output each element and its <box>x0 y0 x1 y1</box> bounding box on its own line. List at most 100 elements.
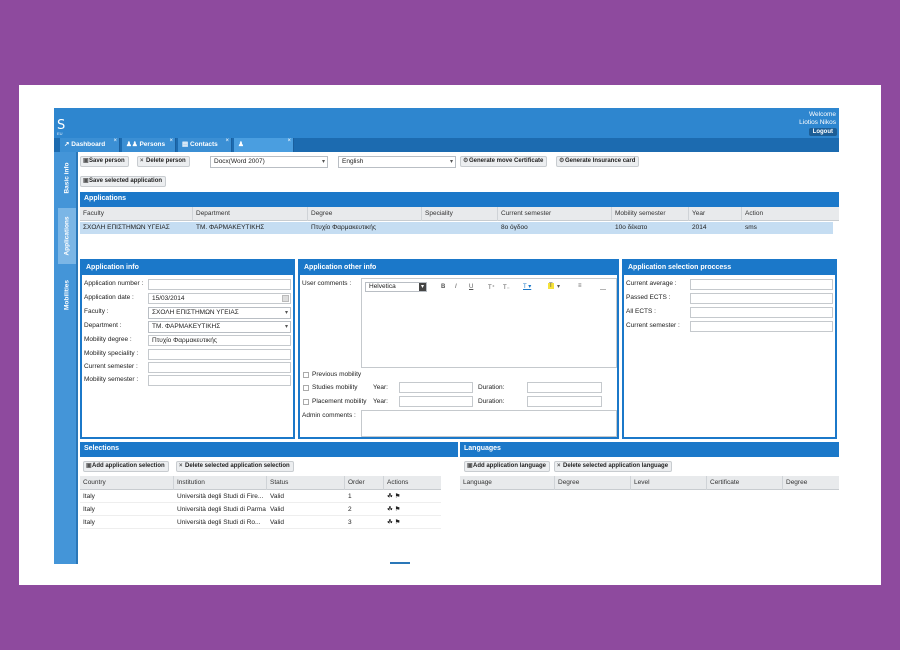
tab-dashboard-label: Dashboard <box>71 141 106 148</box>
language-select[interactable]: English ▾ <box>338 156 456 168</box>
application-date-field[interactable]: 15/03/2014 <box>148 293 291 304</box>
table-row[interactable]: ΣΧΟΛΗ ΕΠΙΣΤΗΜΩΝ ΥΓΕΙΑΣ ΤΜ. ΦΑΡΜΑΚΕΥΤΙΚΗΣ… <box>80 222 833 234</box>
current-semester-label: Current semester : <box>84 363 138 370</box>
italic-icon[interactable]: I <box>455 284 457 290</box>
column-header[interactable]: Year <box>689 207 742 221</box>
studies-mobility-checkbox[interactable] <box>303 385 309 391</box>
column-header[interactable]: Current semester <box>498 207 612 221</box>
mobility-semester-field[interactable] <box>148 375 291 386</box>
tab-dashboard[interactable]: ↗ Dashboard × <box>60 138 120 152</box>
mobility-speciality-field[interactable] <box>148 349 291 360</box>
previous-mobility-checkbox[interactable] <box>303 372 309 378</box>
column-header[interactable]: Degree <box>308 207 422 221</box>
source-icon[interactable]: — <box>600 287 606 293</box>
table-cell: Πτυχίο Φαρμακευτικής <box>311 224 376 231</box>
logout-button[interactable]: Logout <box>808 128 837 136</box>
table-row[interactable]: Italy Università degli Studi di Parma Va… <box>80 504 441 516</box>
save-selected-application-button[interactable]: ▣Save selected application <box>80 176 167 187</box>
close-icon[interactable]: × <box>287 134 291 148</box>
column-header[interactable]: Country <box>80 476 174 490</box>
current-average-field[interactable] <box>690 279 833 290</box>
placement-year-label: Year: <box>373 398 388 405</box>
format-select[interactable]: Docx(Word 2007) ▾ <box>210 156 328 168</box>
flag-icon[interactable]: ⚑ <box>395 493 401 500</box>
tab-persons[interactable]: ♟♟ Persons × <box>122 138 176 152</box>
close-icon[interactable]: × <box>113 134 117 148</box>
column-header[interactable]: Level <box>631 476 707 490</box>
calendar-icon[interactable] <box>282 295 289 302</box>
studies-year-field[interactable] <box>399 382 473 393</box>
column-header[interactable]: Mobility semester <box>612 207 689 221</box>
selections-header: Selections <box>80 442 458 457</box>
column-header[interactable]: Action <box>742 207 839 221</box>
align-icon[interactable]: ≡ <box>578 283 582 289</box>
scroll-handle[interactable] <box>390 562 410 564</box>
faculty-select[interactable]: ΣΧΟΛΗ ΕΠΙΣΤΗΜΩΝ ΥΓΕΙΑΣ ▾ <box>148 307 291 319</box>
column-header[interactable]: Certificate <box>707 476 783 490</box>
bold-icon[interactable]: B <box>441 284 445 290</box>
sidenav-mobilities[interactable]: Mobilities <box>58 270 76 320</box>
delete-application-language-button[interactable]: × Delete selected application language <box>554 461 673 472</box>
font-select[interactable]: Helvetica ▾ <box>365 282 427 292</box>
application-number-field[interactable] <box>148 279 291 290</box>
table-row[interactable]: Italy Università degli Studi di Ro... Va… <box>80 517 441 529</box>
superscript-icon[interactable]: T⁺ <box>488 284 495 291</box>
add-application-selection-button[interactable]: ▣Add application selection <box>83 461 169 472</box>
highlight-color-icon[interactable]: T <box>548 283 554 289</box>
sidenav-mobilities-label: Mobilities <box>63 280 71 310</box>
delete-application-selection-button[interactable]: × Delete selected application selection <box>176 461 294 472</box>
underline-icon[interactable]: U <box>469 284 473 290</box>
studies-duration-field[interactable] <box>527 382 602 393</box>
all-ects-field[interactable] <box>690 307 833 318</box>
generate-move-certificate-button[interactable]: ⚙Generate move Certificate <box>460 156 548 167</box>
table-cell: 1 <box>348 493 352 500</box>
column-header[interactable]: Status <box>267 476 345 490</box>
selection-current-semester-field[interactable] <box>690 321 833 332</box>
flag-icon[interactable]: ⚑ <box>395 519 401 526</box>
delete-person-button[interactable]: × Delete person <box>137 156 190 167</box>
table-cell: Università degli Studi di Ro... <box>177 519 261 526</box>
row-actions: ☘ ⚑ <box>384 491 441 503</box>
table-row[interactable]: Italy Università degli Studi di Fire... … <box>80 491 441 503</box>
edit-icon[interactable]: ☘ <box>387 519 393 526</box>
main-content: ▣Save person × Delete person Docx(Word 20… <box>80 152 839 564</box>
mobility-degree-field[interactable]: Πτυχίο Φαρμακευτικής <box>148 335 291 346</box>
edit-icon[interactable]: ☘ <box>387 506 393 513</box>
previous-mobility-label: Previous mobility <box>312 371 362 378</box>
close-icon[interactable]: × <box>225 134 229 148</box>
sidenav-basic-info[interactable]: Basic info <box>58 154 76 202</box>
save-person-button[interactable]: ▣Save person <box>80 156 129 167</box>
user-comments-editor[interactable]: Helvetica ▾ B I U T⁺ T₋ T ▾ T ▾ ≡ — <box>361 278 617 368</box>
tab-contacts[interactable]: ▤ Contacts × <box>178 138 232 152</box>
edit-icon[interactable]: ☘ <box>387 493 393 500</box>
passed-ects-field[interactable] <box>690 293 833 304</box>
column-header[interactable]: Order <box>345 476 384 490</box>
placement-year-field[interactable] <box>399 396 473 407</box>
column-header[interactable]: Degree <box>783 476 839 490</box>
add-application-language-button[interactable]: ▣Add application language <box>464 461 551 472</box>
selections-grid-header: Country Institution Status Order Actions <box>80 476 441 490</box>
subscript-icon[interactable]: T₋ <box>503 284 510 291</box>
table-cell: 10ο δέκατο <box>615 224 648 231</box>
admin-comments-field[interactable] <box>361 410 617 437</box>
sidenav-applications[interactable]: Applications <box>58 208 76 264</box>
column-header[interactable]: Language <box>460 476 555 490</box>
column-header[interactable]: Institution <box>174 476 267 490</box>
column-header[interactable]: Department <box>193 207 308 221</box>
placement-mobility-checkbox[interactable] <box>303 399 309 405</box>
generate-insurance-card-button[interactable]: ⚙Generate Insurance card <box>556 156 640 167</box>
placement-duration-field[interactable] <box>527 396 602 407</box>
tab-contacts-label: Contacts <box>189 141 218 148</box>
column-header[interactable]: Degree <box>555 476 631 490</box>
side-nav: Basic info Applications Mobilities <box>54 152 78 564</box>
column-header[interactable]: Speciality <box>422 207 498 221</box>
column-header[interactable]: Actions <box>384 476 441 490</box>
close-icon[interactable]: × <box>169 134 173 148</box>
flag-icon[interactable]: ⚑ <box>395 506 401 513</box>
chevron-down-icon[interactable]: ▾ <box>557 283 560 290</box>
column-header[interactable]: Faculty <box>80 207 193 221</box>
tab-person-detail[interactable]: ♟ × <box>234 138 294 152</box>
text-color-icon[interactable]: T ▾ <box>523 283 531 290</box>
department-select[interactable]: ΤΜ. ΦΑΡΜΑΚΕΥΤΙΚΗΣ ▾ <box>148 321 291 333</box>
current-semester-field[interactable] <box>148 362 291 373</box>
